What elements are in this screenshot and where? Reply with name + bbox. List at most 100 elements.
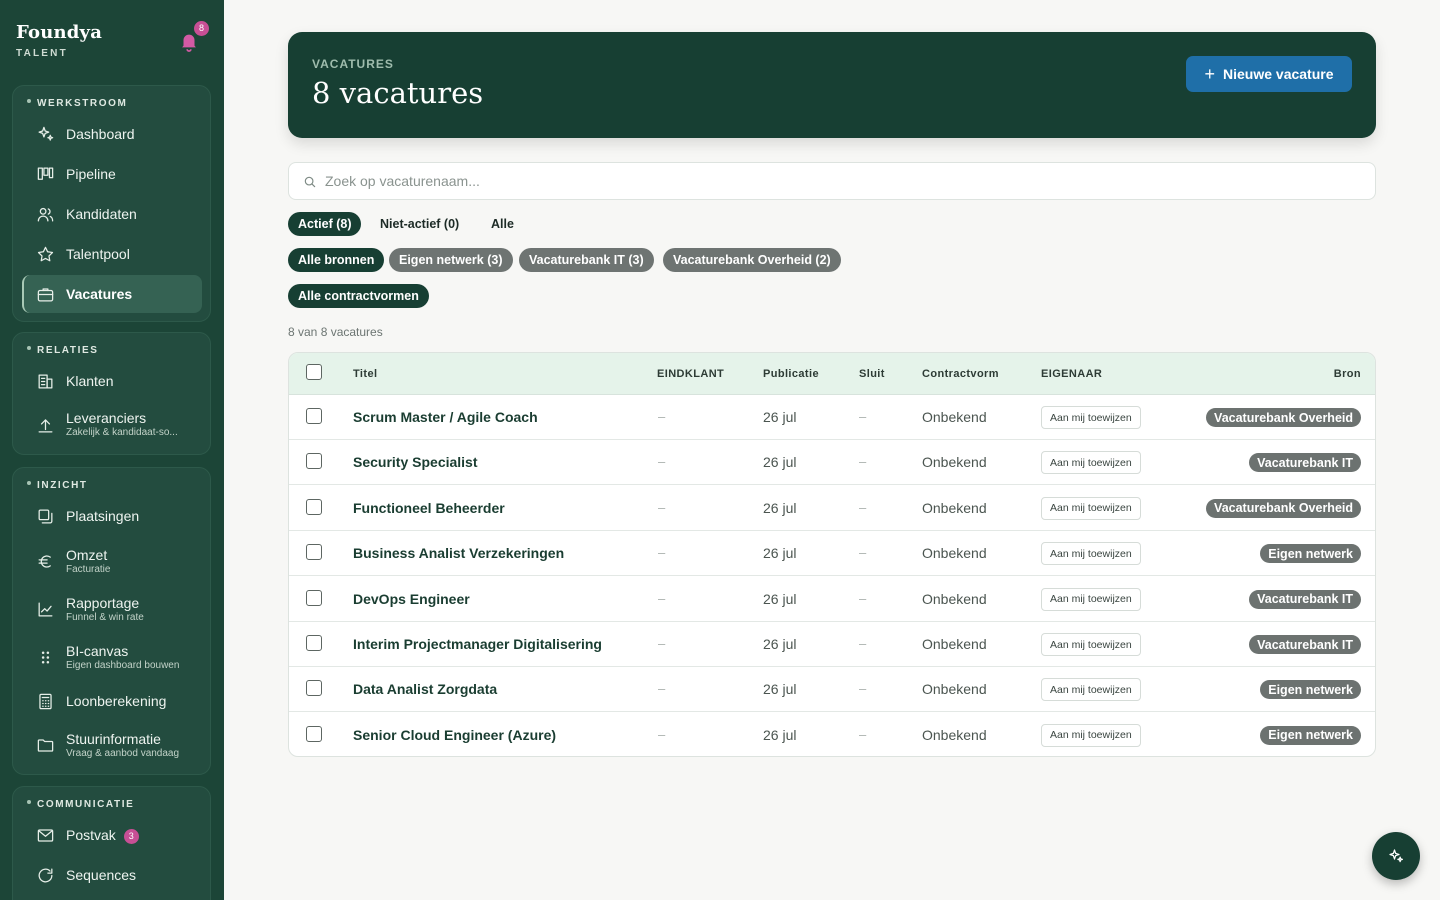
sidebar-item-leveranciers[interactable]: Leveranciers Zakelijk & kandidaat-so...: [22, 403, 202, 447]
row-checkbox[interactable]: [306, 635, 322, 651]
closing-date: –: [859, 726, 867, 742]
filter-source-vacaturebank-overheid[interactable]: Vacaturebank Overheid (2): [663, 248, 841, 272]
vacancies-table: Titel EINDKLANT Publicatie Sluit Contrac…: [288, 352, 1376, 757]
table-row[interactable]: Senior Cloud Engineer (Azure) – 26 jul – Onb…: [289, 713, 1375, 756]
vacancy-title[interactable]: DevOps Engineer: [353, 591, 470, 607]
sidebar-item-pipeline[interactable]: Pipeline: [22, 155, 202, 193]
assistant-button[interactable]: [1372, 832, 1420, 880]
sidebar-item-omzet[interactable]: Omzet Facturatie: [22, 539, 202, 583]
row-checkbox[interactable]: [306, 408, 322, 424]
sidebar-item-plaatsingen[interactable]: Plaatsingen: [22, 497, 202, 535]
source-badge: Vacaturebank Overheid: [1206, 408, 1361, 427]
assign-to-me-button[interactable]: Aan mij toewijzen: [1041, 406, 1141, 429]
filter-status-active[interactable]: Actief (8): [288, 212, 362, 236]
nav-group-title: WERKSTROOM: [27, 98, 127, 109]
column-header-contractvorm[interactable]: Contractvorm: [922, 368, 999, 380]
sidebar-item-bi-canvas[interactable]: BI-canvas Eigen dashboard bouwen: [22, 635, 202, 679]
contract-type: Onbekend: [922, 499, 987, 516]
filter-source-eigen-netwerk[interactable]: Eigen netwerk (3): [389, 248, 513, 272]
assign-to-me-button[interactable]: Aan mij toewijzen: [1041, 542, 1141, 566]
table-row[interactable]: Data Analist Zorgdata – 26 jul – Onbekend Aan…: [289, 667, 1375, 713]
search-input[interactable]: [325, 163, 1365, 199]
publication-date: 26 jul: [763, 636, 797, 652]
sidebar-item-kandidaten[interactable]: Kandidaten: [22, 195, 202, 233]
brand[interactable]: Foundya TALENT: [16, 22, 102, 59]
sidebar-item-loonberekening[interactable]: Loonberekening: [22, 682, 202, 720]
closing-date: –: [859, 590, 867, 606]
new-vacancy-label: Nieuwe vacature: [1223, 66, 1334, 82]
column-header-eindklant[interactable]: EINDKLANT: [657, 368, 724, 380]
source-badge: Eigen netwerk: [1260, 680, 1361, 700]
search-bar: [288, 162, 1376, 200]
row-checkbox[interactable]: [306, 453, 322, 470]
sidebar-item-talentpool[interactable]: Talentpool: [22, 235, 202, 273]
column-header-bron[interactable]: Bron: [1334, 368, 1361, 380]
filter-source-vacaturebank-it[interactable]: Vacaturebank IT (3): [519, 248, 654, 272]
row-checkbox[interactable]: [306, 680, 322, 697]
assign-to-me-button[interactable]: Aan mij toewijzen: [1041, 633, 1141, 656]
table-row[interactable]: Scrum Master / Agile Coach – 26 jul – Onbeke…: [289, 395, 1375, 440]
contract-type: Onbekend: [922, 590, 987, 607]
table-row[interactable]: Functioneel Beheerder – 26 jul – Onbekend Aan…: [289, 486, 1375, 531]
source-badge: Eigen netwerk: [1260, 725, 1361, 745]
column-header-eigenaar[interactable]: EIGENAAR: [1041, 368, 1102, 380]
sidebar-item-postvak[interactable]: Postvak 3: [22, 816, 202, 854]
assign-to-me-button[interactable]: Aan mij toewijzen: [1041, 451, 1141, 475]
sidebar: Foundya TALENT 8 WERKSTROOM Dashboard Pi…: [0, 0, 224, 900]
star-icon: [35, 244, 55, 264]
sidebar-item-klanten[interactable]: Klanten: [22, 362, 202, 400]
sidebar-item-label: Stuurinformatie: [66, 731, 161, 747]
closing-date: –: [859, 409, 867, 424]
filter-status-all[interactable]: Alle: [481, 212, 524, 236]
contract-type: Onbekend: [922, 726, 987, 743]
publication-date: 26 jul: [763, 681, 797, 698]
row-checkbox[interactable]: [306, 725, 322, 742]
vacancy-title[interactable]: Data Analist Zorgdata: [353, 681, 497, 697]
vacancy-title[interactable]: Interim Projectmanager Digitalisering: [353, 636, 602, 652]
table-row[interactable]: Interim Projectmanager Digitalisering – 26…: [289, 622, 1375, 667]
sparkles-icon: [35, 124, 55, 144]
vacancy-title[interactable]: Senior Cloud Engineer (Azure): [353, 727, 556, 743]
vacancy-title[interactable]: Scrum Master / Agile Coach: [353, 409, 538, 425]
row-checkbox[interactable]: [306, 544, 322, 561]
sidebar-item-stuurinformatie[interactable]: Stuurinformatie Vraag & aanbod vandaag: [22, 723, 202, 767]
column-header-titel[interactable]: Titel: [353, 368, 377, 380]
column-header-sluit[interactable]: Sluit: [859, 368, 885, 380]
euro-icon: [35, 551, 55, 571]
vacancy-title[interactable]: Security Specialist: [353, 454, 478, 470]
row-checkbox[interactable]: [306, 498, 322, 515]
table-row[interactable]: Business Analist Verzekeringen – 26 jul – On…: [289, 531, 1375, 577]
nav-group-title: INZICHT: [27, 480, 88, 491]
filter-contract-all[interactable]: Alle contractvormen: [288, 284, 429, 308]
sidebar-item-vacatures[interactable]: Vacatures: [22, 275, 202, 313]
users-icon: [35, 204, 55, 224]
sparkles-icon: [1389, 849, 1403, 863]
table-row[interactable]: Security Specialist – 26 jul – Onbekend Aan m…: [289, 440, 1375, 486]
assign-to-me-button[interactable]: Aan mij toewijzen: [1041, 496, 1141, 520]
new-vacancy-button[interactable]: + Nieuwe vacature: [1186, 56, 1352, 92]
source-badge: Vacaturebank IT: [1249, 635, 1361, 654]
client-value: –: [658, 499, 666, 515]
page-title: 8 vacatures: [312, 76, 484, 110]
filter-source-all[interactable]: Alle bronnen: [288, 248, 385, 272]
assign-to-me-button[interactable]: Aan mij toewijzen: [1041, 723, 1141, 747]
notification-badge: 8: [194, 21, 209, 36]
table-row[interactable]: DevOps Engineer – 26 jul – Onbekend Aan mij t…: [289, 577, 1375, 622]
filter-status-inactive[interactable]: Niet-actief (0): [370, 212, 470, 236]
assign-to-me-button[interactable]: Aan mij toewijzen: [1041, 587, 1141, 611]
sidebar-item-sub: Funnel & win rate: [66, 612, 144, 623]
unread-count-badge: 3: [123, 828, 139, 844]
select-all-checkbox[interactable]: [306, 364, 322, 380]
row-checkbox[interactable]: [306, 589, 322, 606]
sidebar-item-label: Plaatsingen: [66, 508, 140, 524]
column-header-publicatie[interactable]: Publicatie: [763, 368, 819, 380]
nav-group-werkstroom: WERKSTROOM Dashboard Pipeline Kandidaten…: [12, 85, 211, 322]
vacancy-title[interactable]: Business Analist Verzekeringen: [353, 545, 564, 561]
result-count: 8 van 8 vacatures: [288, 325, 383, 339]
sidebar-item-rapportage[interactable]: Rapportage Funnel & win rate: [22, 587, 202, 631]
client-value: –: [658, 590, 666, 606]
vacancy-title[interactable]: Functioneel Beheerder: [353, 500, 505, 516]
assign-to-me-button[interactable]: Aan mij toewijzen: [1041, 678, 1141, 702]
sidebar-item-sequences[interactable]: Sequences: [22, 856, 202, 894]
sidebar-item-dashboard[interactable]: Dashboard: [22, 115, 202, 153]
